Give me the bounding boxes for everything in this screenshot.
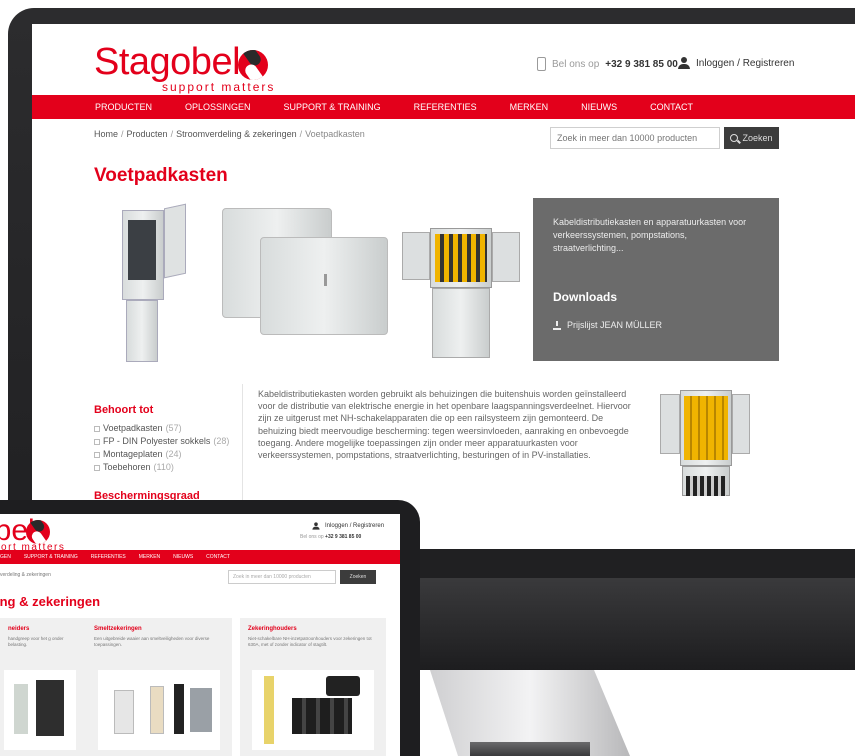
main-nav: PRODUCTEN OPLOSSINGEN SUPPORT & TRAINING… [32,95,855,119]
filter-count: (24) [165,449,182,459]
laptop-nav-item[interactable]: CONTACT [206,554,230,560]
laptop-search-input[interactable]: Zoek in meer dan 10000 producten [228,570,336,584]
laptop-phone-label: Bel ons op [300,534,324,540]
filter-label[interactable]: FP - DIN Polyester sokkels [103,435,210,448]
download-icon [553,320,561,330]
download-label[interactable]: Prijslijst JEAN MÜLLER [567,320,662,330]
filter-item[interactable]: Toebehoren (110) [94,461,229,474]
mockup-stage: Stagobel support matters Bel ons op +32 … [0,0,855,756]
laptop-nav-item[interactable]: SUPPORT & TRAINING [24,554,78,560]
laptop-phone-number[interactable]: +32 9 381 85 00 [325,534,361,540]
search-input[interactable] [550,127,720,149]
search-button-label: Zoeken [742,133,773,143]
breadcrumb-producten[interactable]: Producten [127,129,168,139]
phone-number[interactable]: +32 9 381 85 00 [605,59,678,70]
filter-item[interactable]: Montageplaten (24) [94,448,229,461]
laptop-card[interactable]: Zekeringhouders Niet-schakelbare NH-inze… [240,618,386,756]
site-logo[interactable]: Stagobel [94,41,241,84]
card-title[interactable]: Zekeringhouders [248,626,378,632]
laptop-nav-item[interactable]: NIEUWS [173,554,193,560]
card-title[interactable]: neiders [0,626,78,632]
site-tagline: support matters [162,80,276,94]
breadcrumb: Home / Producten / Stroomverdeling & zekerin… [94,129,365,139]
laptop-card[interactable]: Smeltzekeringen Een uitgebreide waaier a… [86,618,232,756]
product-description: Kabeldistributiekasten worden gebruikt a… [258,389,631,461]
breadcrumb-home[interactable]: Home [94,129,118,139]
filter-count: (28) [213,436,230,446]
nav-item-contact[interactable]: CONTACT [650,102,693,112]
laptop-nav-item[interactable]: GEN [0,554,11,560]
filter-item[interactable]: Voetpadkasten (57) [94,422,229,435]
nav-item-oplossingen[interactable]: OPLOSSINGEN [185,102,251,112]
logo-mark-icon[interactable] [238,50,268,80]
filter-label[interactable]: Voetpadkasten [103,422,163,435]
card-image [252,670,374,750]
laptop-nav: GEN SUPPORT & TRAINING REFERENTIES MERKE… [0,550,400,564]
laptop-card[interactable]: neiders handgreep voor het g onder belas… [0,618,86,756]
user-icon [678,57,690,69]
card-title[interactable]: Smeltzekeringen [94,626,224,632]
laptop-phone: Bel ons op +32 9 381 85 00 [300,534,361,540]
checkbox[interactable] [94,464,100,471]
filter-count: (57) [165,423,182,433]
filter-count: (110) [153,462,174,472]
filter-item[interactable]: FP - DIN Polyester sokkels (28) [94,435,229,448]
nav-item-producten[interactable]: PRODUCTEN [95,102,152,112]
downloads-title: Downloads [553,290,618,304]
search-icon [730,134,739,142]
card-text: handgreep voor het g onder belasting. [8,636,64,647]
laptop-login-label[interactable]: Inloggen / Registreren [325,523,384,529]
laptop-page-title: ing & zekeringen [0,594,101,609]
phone-icon [537,57,546,71]
phone-info: Bel ons op +32 9 381 85 00 [537,57,678,71]
laptop-breadcrumb[interactable]: verdeling & zekeringen [0,572,51,578]
info-panel: Kabeldistributiekasten en apparatuurkast… [533,198,779,361]
card-text: Een uitgebreide waaier aan smeltveilighe… [94,636,210,647]
login-label[interactable]: Inloggen / Registreren [696,58,794,69]
nav-item-referenties[interactable]: REFERENTIES [414,102,477,112]
imac-screen: Stagobel support matters Bel ons op +32 … [32,24,855,549]
laptop-search-button[interactable]: Zoeken [340,570,376,584]
filter-label[interactable]: Montageplaten [103,448,163,461]
search-button[interactable]: Zoeken [724,127,779,149]
download-link[interactable]: Prijslijst JEAN MÜLLER [553,320,759,330]
login-link[interactable]: Inloggen / Registreren [678,57,794,69]
breadcrumb-current: Voetpadkasten [305,129,365,139]
phone-label: Bel ons op [552,58,600,70]
laptop-screen: obel port matters Inloggen / Registreren… [0,514,400,756]
checkbox[interactable] [94,438,100,445]
imac-stand-base [470,742,590,756]
laptop-nav-item[interactable]: REFERENTIES [91,554,126,560]
filter-list: Voetpadkasten (57) FP - DIN Polyester sok… [94,422,229,474]
laptop-logo-mark-icon[interactable] [26,520,50,544]
nav-item-merken[interactable]: MERKEN [510,102,549,112]
laptop-nav-item[interactable]: MERKEN [139,554,160,560]
card-text: Niet-schakelbare NH-inzetpatroonhouders … [248,636,372,647]
sidebar-heading: Behoort tot [94,404,154,416]
filter-label[interactable]: Toebehoren [103,461,151,474]
card-image [98,670,220,750]
divider [242,384,243,514]
card-image [4,670,76,750]
info-description: Kabeldistributiekasten en apparatuurkast… [553,217,747,253]
laptop-login-link[interactable]: Inloggen / Registreren [310,520,384,532]
user-icon [312,522,320,530]
breadcrumb-stroomverdeling[interactable]: Stroomverdeling & zekeringen [176,129,297,139]
nav-item-support-training[interactable]: SUPPORT & TRAINING [284,102,381,112]
nav-item-nieuws[interactable]: NIEUWS [581,102,617,112]
page-title: Voetpadkasten [94,165,228,186]
checkbox[interactable] [94,451,100,458]
checkbox[interactable] [94,425,100,432]
